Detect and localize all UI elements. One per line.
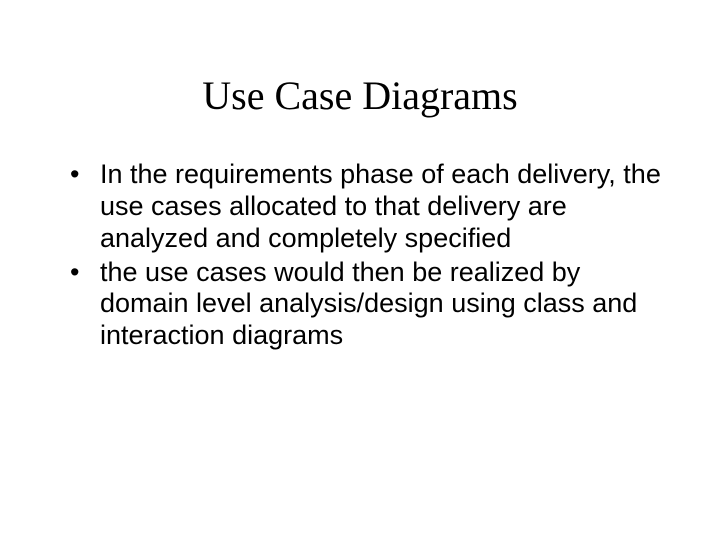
list-item: In the requirements phase of each delive… <box>70 159 670 255</box>
bullet-list: In the requirements phase of each delive… <box>40 159 680 352</box>
slide-title: Use Case Diagrams <box>40 72 680 119</box>
slide: Use Case Diagrams In the requirements ph… <box>0 0 720 540</box>
slide-body: In the requirements phase of each delive… <box>40 159 680 352</box>
list-item: the use cases would then be realized by … <box>70 257 670 353</box>
